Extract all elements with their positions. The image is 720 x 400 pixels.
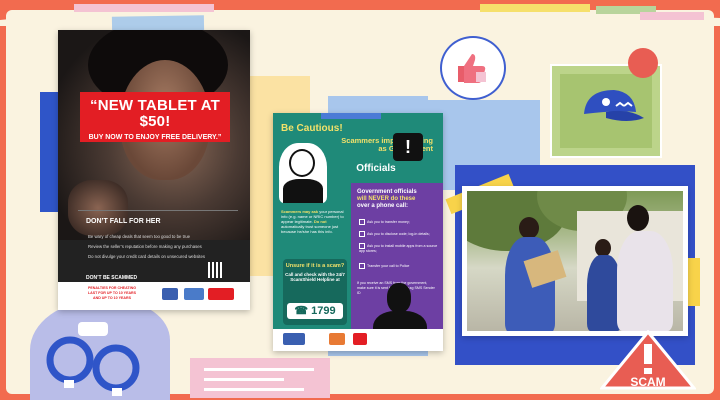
qr-code (208, 262, 224, 278)
police-cap-icon (584, 90, 644, 121)
scam-label: SCAM (630, 375, 665, 389)
coral-dot (628, 48, 658, 78)
tape-strip (480, 4, 590, 12)
partner-logo (184, 288, 204, 300)
poster-footer (273, 329, 443, 351)
partner-logo (353, 333, 367, 345)
never-item: Ask you to transfer money; (359, 219, 439, 225)
never-item: Ask you to install mobile apps from a so… (359, 243, 438, 253)
poster-footer: PENALTIES FOR CHEATING LAST FOR UP TO 10… (58, 282, 250, 310)
helpline-box: Unsure if it is a scam? Call and check w… (283, 259, 347, 325)
never-heading-line: will NEVER do these (357, 196, 416, 202)
poster-warning-title: DON’T FALL FOR HER (86, 218, 161, 225)
never-item: Ask you to disclose code; log-in details… (359, 231, 439, 237)
never-heading-line: Government officials (357, 189, 417, 195)
tape-strip (640, 12, 704, 20)
volunteer-photo-frame (462, 186, 688, 336)
masked-man-illustration (279, 143, 327, 203)
collage-canvas: “NEW TABLET AT $50! BUY NOW TO ENJOY FRE… (0, 0, 720, 400)
dont-be-scammed: DON’T BE SCAMMED (86, 275, 138, 281)
unsure-text: Unsure if it is a scam? (285, 263, 345, 269)
poster-subhead: BUY NOW TO ENJOY FREE DELIVERY.” (88, 134, 222, 141)
partner-logo (208, 288, 234, 300)
poster-headline-banner: “NEW TABLET AT $50! BUY NOW TO ENJOY FRE… (80, 92, 230, 142)
scammer-text: automatically trust someone just because… (281, 224, 339, 234)
never-heading-line: over a phone call: (357, 203, 409, 209)
helpline-digits: 1799 (311, 305, 336, 317)
call-text: Call and check with the 24/7 ScamShield … (285, 272, 345, 282)
warning-prefix: DON’T FALL FOR HER (86, 218, 161, 225)
poster-title: Be Cautious! (281, 123, 343, 134)
poster-bullet: Do not divulge your credit card details … (88, 254, 206, 259)
partner-logo (329, 333, 345, 345)
phone-icon: ☎ (294, 305, 312, 317)
poster-bullet: Be wary of cheap deals that seem too goo… (88, 234, 190, 239)
handcuffs-icon (46, 322, 140, 396)
thumbs-up-icon (458, 54, 486, 83)
footer-text: PENALTIES FOR CHEATING LAST FOR UP TO 10… (87, 286, 137, 300)
poster-headline: “NEW TABLET AT $50! (90, 97, 220, 130)
alert-icon: ! (393, 133, 423, 161)
never-heading: Government officials will NEVER do these… (357, 189, 439, 210)
helpline-number: ☎ 1799 (287, 303, 343, 319)
poster-bullet: Review the seller’s reputation before ma… (88, 244, 202, 249)
scammer-info: Scammers may ask your personal info (e.g… (281, 209, 349, 234)
pink-note (190, 358, 330, 398)
partner-logo (283, 333, 305, 345)
scam-poster-tablet: “NEW TABLET AT $50! BUY NOW TO ENJOY FRE… (58, 30, 250, 310)
tape-strip (74, 4, 214, 12)
partner-logo (162, 288, 178, 300)
scam-poster-government: Be Cautious! Scammers impersonating as G… (273, 113, 443, 351)
poster-title-officials: Officials (356, 163, 396, 174)
volunteer-photo (467, 191, 683, 331)
tape-strip (321, 113, 381, 119)
never-item: Transfer your call to Police (359, 263, 439, 269)
scam-warning-icon: SCAM (600, 330, 696, 390)
